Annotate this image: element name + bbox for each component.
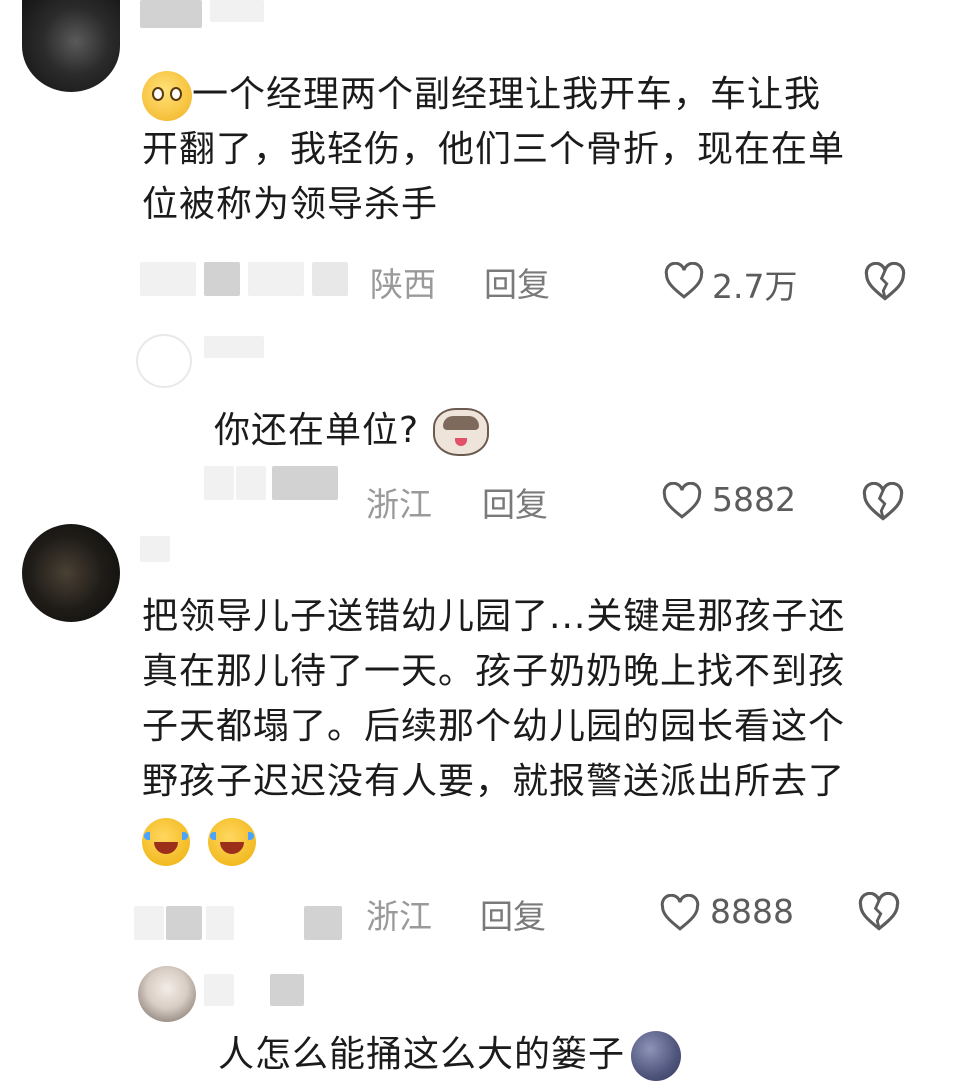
reply-text: 你还在单位? bbox=[214, 410, 420, 451]
timestamp-redacted bbox=[166, 906, 202, 940]
comment-feed: 一个经理两个副经理让我开车，车让我 开翻了，我轻伤，他们三个骨折，现在在单 位被… bbox=[0, 0, 960, 1086]
reply-body: 人怎么能捅这么大的篓子 bbox=[218, 1028, 778, 1081]
pleading-face-icon bbox=[142, 71, 192, 121]
timestamp-redacted bbox=[140, 262, 196, 296]
watermark bbox=[918, 1026, 950, 1070]
timestamp-redacted bbox=[248, 262, 304, 296]
user-avatar[interactable] bbox=[22, 524, 120, 622]
laughing-crying-icon bbox=[142, 818, 190, 866]
laughing-crying-icon bbox=[208, 818, 257, 866]
broken-heart-icon[interactable] bbox=[864, 262, 906, 302]
comment-line: 位被称为领导杀手 bbox=[142, 184, 439, 225]
like-count: 5882 bbox=[712, 480, 796, 519]
timestamp-redacted bbox=[312, 262, 348, 296]
moon-face-icon bbox=[631, 1031, 682, 1081]
location-label: 浙江 bbox=[366, 485, 432, 524]
heart-icon[interactable] bbox=[662, 482, 702, 520]
comment-body: 一个经理两个副经理让我开车，车让我 开翻了，我轻伤，他们三个骨折，现在在单 位被… bbox=[142, 68, 942, 231]
broken-heart-icon[interactable] bbox=[858, 892, 900, 932]
comment-line bbox=[142, 814, 942, 867]
reply-button[interactable]: 回复 bbox=[484, 258, 550, 306]
user-avatar[interactable] bbox=[136, 334, 192, 388]
timestamp-redacted bbox=[204, 262, 240, 296]
comment-line: 开翻了，我轻伤，他们三个骨折，现在在单 bbox=[142, 129, 846, 170]
heart-icon[interactable] bbox=[660, 894, 700, 932]
comment-line: 野孩子迟迟没有人要，就报警送派出所去了 bbox=[142, 761, 846, 802]
timestamp-redacted bbox=[236, 466, 266, 500]
reply-button[interactable]: 回复 bbox=[482, 478, 548, 526]
timestamp-redacted bbox=[304, 906, 342, 940]
comment-line: 把领导儿子送错幼儿园了...关键是那孩子还 bbox=[142, 596, 846, 637]
comment-line: 子天都塌了。后续那个幼儿园的园长看这个 bbox=[142, 706, 846, 747]
username-redacted bbox=[204, 336, 264, 358]
location-label: 浙江 bbox=[366, 897, 432, 936]
comment-line: 一个经理两个副经理让我开车，车让我 bbox=[142, 68, 942, 121]
reply-body: 你还在单位? bbox=[214, 404, 814, 457]
timestamp-redacted bbox=[134, 906, 164, 940]
username-redacted bbox=[270, 974, 304, 1006]
user-avatar[interactable] bbox=[22, 0, 120, 92]
username-redacted bbox=[140, 536, 170, 562]
heart-icon[interactable] bbox=[664, 262, 704, 300]
comment-body: 把领导儿子送错幼儿园了...关键是那孩子还 真在那儿待了一天。孩子奶奶晚上找不到… bbox=[142, 590, 942, 867]
username-redacted bbox=[204, 974, 234, 1006]
user-avatar[interactable] bbox=[138, 966, 196, 1022]
comment-line: 真在那儿待了一天。孩子奶奶晚上找不到孩 bbox=[142, 651, 846, 692]
username-redacted bbox=[210, 0, 264, 22]
comment-line-text: 一个经理两个副经理让我开车，车让我 bbox=[192, 74, 822, 115]
broken-heart-icon[interactable] bbox=[862, 482, 904, 522]
timestamp-redacted bbox=[204, 466, 234, 500]
like-count: 8888 bbox=[710, 892, 794, 931]
cat-face-icon bbox=[433, 408, 490, 456]
reply-button[interactable]: 回复 bbox=[480, 890, 546, 938]
timestamp-redacted bbox=[272, 466, 338, 500]
timestamp-redacted bbox=[206, 906, 234, 940]
location-label: 陕西 bbox=[370, 265, 436, 304]
like-count: 2.7万 bbox=[712, 267, 798, 306]
reply-text: 人怎么能捅这么大的篓子 bbox=[218, 1034, 626, 1075]
username-redacted bbox=[140, 0, 202, 28]
